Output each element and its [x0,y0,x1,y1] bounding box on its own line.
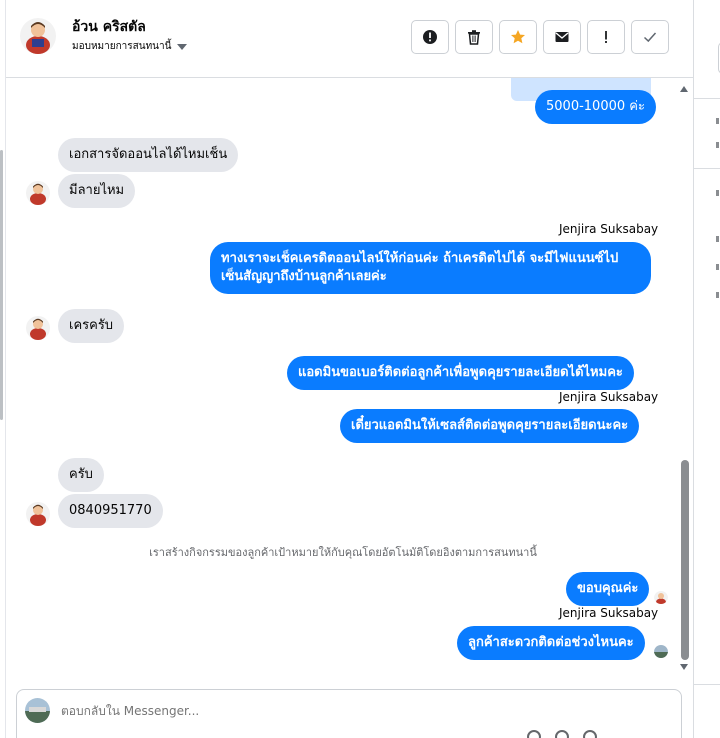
contact-mini-avatar [26,181,50,205]
contact-avatar[interactable] [20,18,56,54]
follow-up-button[interactable] [587,20,625,54]
message-outgoing[interactable]: ขอบคุณค่ะ [566,572,650,606]
page-avatar [25,698,50,723]
delete-button[interactable] [455,20,493,54]
message-incoming[interactable]: มีลายไหม [58,174,136,208]
right-side-panel [693,0,720,738]
message-incoming[interactable]: ครับ [58,458,104,492]
message-line: ทางเราจะเช็คเครดิตออนไลน์ให้ก่อนค่ะ ถ้าเ… [221,251,619,266]
message-outgoing[interactable]: แอดมินขอเบอร์ติดต่อลูกค้าเพื่อพูดคุยรายล… [287,356,634,390]
side-text-fragment [716,190,719,196]
divider [694,168,720,169]
side-text-fragment [716,142,719,148]
seen-avatar [654,644,668,658]
divider [694,98,720,99]
conversation-header: อ้วน คริสตัล มอบหมายการสนทนานี้ [6,0,693,78]
divider [694,684,720,685]
attachment-icon[interactable] [527,730,541,738]
reply-input[interactable] [61,704,461,718]
message-incoming[interactable]: 0840951770 [58,494,163,528]
message-incoming[interactable]: เครครับ [58,309,125,343]
sender-name: Jenjira Suksabay [559,606,659,620]
envelope-icon [555,32,569,42]
side-text-fragment [716,236,719,242]
assign-conversation-dropdown[interactable]: มอบหมายการสนทนานี้ [72,39,188,54]
mark-unread-button[interactable] [543,20,581,54]
conversation-panel: อ้วน คริสตัล มอบหมายการสนทนานี้ 5000-100… [6,0,693,738]
contact-mini-avatar [26,502,50,526]
alert-circle-icon [423,30,437,44]
message-scrollbar[interactable] [680,78,691,673]
side-text-fragment [716,264,719,270]
message-incoming[interactable]: เอกสารจัดออนไลได้ไหมเช็น [58,138,239,172]
emoji-icon[interactable] [583,730,597,738]
message-outgoing[interactable]: ทางเราจะเช็คเครดิตออนไลน์ให้ก่อนค่ะ ถ้าเ… [210,242,651,294]
trash-icon [468,30,480,45]
scroll-down-arrow-icon[interactable] [680,664,688,670]
assign-label: มอบหมายการสนทนานี้ [72,41,172,52]
message-outgoing[interactable]: ลูกค้าสะดวกติดต่อช่วงไหนคะ [457,626,645,660]
sender-name: Jenjira Suksabay [559,390,659,404]
side-text-fragment [716,118,719,124]
seen-avatar [654,590,668,604]
scroll-up-arrow-icon[interactable] [680,86,688,92]
mark-done-button[interactable] [631,20,669,54]
contact-mini-avatar [26,316,50,340]
message-outgoing[interactable]: 5000-10000 ค่ะ [535,90,656,124]
star-icon [511,30,525,44]
saved-reply-icon[interactable] [555,730,569,738]
checkmark-icon [643,32,657,43]
message-line: เซ็นสัญญาถึงบ้านลูกค้าเลยค่ะ [221,269,387,284]
contact-name[interactable]: อ้วน คริสตัล [72,16,146,38]
reply-composer [16,689,682,738]
sender-name: Jenjira Suksabay [559,222,659,236]
scroll-thumb[interactable] [681,460,689,660]
conversation-toolbar [411,20,669,54]
message-outgoing[interactable]: เดี๋ยวแอดมินให้เซลส์ติดต่อพูดคุยรายละเอี… [340,409,640,443]
star-button[interactable] [499,20,537,54]
side-text-fragment [716,292,719,298]
spam-button[interactable] [411,20,449,54]
left-scrollbar[interactable] [0,150,3,420]
caret-down-icon [177,44,188,50]
composer-tools [527,730,597,738]
system-note: เราสร้างกิจกรรมของลูกค้าเป้าหมายให้กับคุ… [149,546,537,559]
exclamation-icon [605,31,607,43]
message-list[interactable]: ... 5000-10000 ค่ะ เอกสารจัดออนไลได้ไหมเ… [6,78,693,683]
